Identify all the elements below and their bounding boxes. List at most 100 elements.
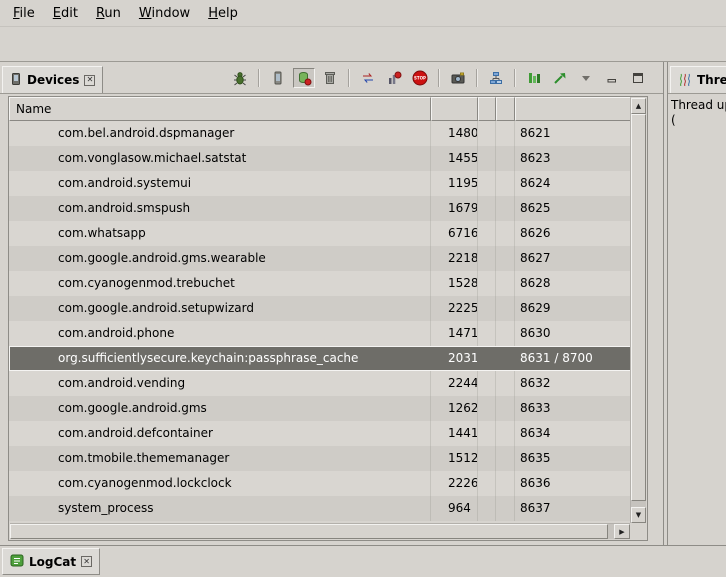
- cell-port: 8625: [515, 196, 631, 221]
- table-row[interactable]: system_process 964 8637: [9, 496, 631, 521]
- cell-pid: 14553: [431, 146, 478, 171]
- menu-window[interactable]: Window: [130, 3, 199, 24]
- devices-toolbar: STOP: [229, 62, 649, 94]
- table-row[interactable]: com.whatsapp 6716 8626: [9, 221, 631, 246]
- toolbar-separator: [348, 69, 350, 87]
- update-heap-device-icon[interactable]: [267, 68, 289, 88]
- cell-blank-1: [478, 146, 496, 171]
- cell-port: 8624: [515, 171, 631, 196]
- cell-pid: 20311: [431, 346, 478, 371]
- horizontal-scrollbar-thumb[interactable]: [10, 524, 608, 539]
- table-row[interactable]: com.android.smspush 1679 8625: [9, 196, 631, 221]
- cell-blank-2: [496, 396, 515, 421]
- table-row[interactable]: org.sufficientlysecure.keychain:passphra…: [9, 346, 631, 371]
- method-profiling-icon[interactable]: [383, 68, 405, 88]
- systrace-icon[interactable]: [523, 68, 545, 88]
- cell-name: com.android.phone: [9, 321, 431, 346]
- table-row[interactable]: com.android.phone 1471 8630: [9, 321, 631, 346]
- stop-process-icon[interactable]: STOP: [409, 68, 431, 88]
- table-row[interactable]: com.google.android.gms 12623 8633: [9, 396, 631, 421]
- cell-name: com.google.android.gms.wearable: [9, 246, 431, 271]
- cell-blank-2: [496, 196, 515, 221]
- update-heap-toggled-icon[interactable]: [293, 68, 315, 88]
- scroll-up-icon[interactable]: [631, 98, 646, 114]
- threads-message: Thread up (: [668, 94, 726, 128]
- threads-tab-icon: [678, 72, 692, 89]
- vertical-scrollbar-thumb[interactable]: [631, 114, 646, 501]
- cell-name: org.sufficientlysecure.keychain:passphra…: [9, 346, 431, 371]
- cell-blank-1: [478, 471, 496, 496]
- table-row[interactable]: com.android.defcontainer 14411 8634: [9, 421, 631, 446]
- toolbar-separator: [514, 69, 516, 87]
- threads-message-line2: (: [671, 113, 726, 128]
- cell-name: com.android.smspush: [9, 196, 431, 221]
- table-row[interactable]: com.android.systemui 1195 8624: [9, 171, 631, 196]
- cell-pid: 1512: [431, 446, 478, 471]
- vertical-scrollbar[interactable]: [630, 98, 646, 523]
- threads-panel: Threads Thread up (: [667, 62, 726, 545]
- close-icon[interactable]: [81, 556, 92, 567]
- cell-blank-1: [478, 496, 496, 521]
- cell-blank-2: [496, 371, 515, 396]
- table-row[interactable]: com.google.android.gms.wearable 22185 86…: [9, 246, 631, 271]
- scroll-right-icon[interactable]: [614, 524, 630, 539]
- cell-blank-1: [478, 246, 496, 271]
- scrollbar-corner: [630, 523, 646, 539]
- table-row[interactable]: com.android.vending 22440 8632: [9, 371, 631, 396]
- view-menu-icon[interactable]: [575, 68, 597, 88]
- column-header-blank-1[interactable]: [478, 97, 496, 121]
- cell-pid: 22250: [431, 296, 478, 321]
- table-row[interactable]: com.bel.android.dspmanager 1480 8621: [9, 121, 631, 146]
- scroll-down-icon[interactable]: [631, 507, 646, 523]
- cell-pid: 1528: [431, 271, 478, 296]
- cell-blank-1: [478, 271, 496, 296]
- cell-port: 8631 / 8700: [515, 346, 631, 371]
- minimize-view-icon[interactable]: [601, 68, 623, 88]
- garbage-collect-icon[interactable]: [319, 68, 341, 88]
- menu-bar: File Edit Run Window Help: [0, 0, 726, 27]
- update-threads-icon[interactable]: [357, 68, 379, 88]
- menu-run[interactable]: Run: [87, 3, 130, 24]
- tab-logcat[interactable]: LogCat: [2, 548, 100, 575]
- menu-edit[interactable]: Edit: [44, 3, 87, 24]
- screen-capture-icon[interactable]: [447, 68, 469, 88]
- cell-port: 8628: [515, 271, 631, 296]
- table-row[interactable]: com.cyanogenmod.lockclock 22265 8636: [9, 471, 631, 496]
- cell-blank-2: [496, 421, 515, 446]
- table-row[interactable]: com.vonglasow.michael.satstat 14553 8623: [9, 146, 631, 171]
- cell-pid: 1679: [431, 196, 478, 221]
- horizontal-scrollbar[interactable]: [10, 523, 630, 539]
- column-header-name[interactable]: Name: [9, 97, 431, 121]
- table-row[interactable]: com.cyanogenmod.trebuchet 1528 8628: [9, 271, 631, 296]
- column-header-port[interactable]: [515, 97, 631, 121]
- debug-attach-icon[interactable]: [229, 68, 251, 88]
- table-row[interactable]: com.tmobile.thememanager 1512 8635: [9, 446, 631, 471]
- cell-pid: 12623: [431, 396, 478, 421]
- cell-blank-2: [496, 296, 515, 321]
- column-header-blank-2[interactable]: [496, 97, 515, 121]
- cell-blank-1: [478, 371, 496, 396]
- maximize-view-icon[interactable]: [627, 68, 649, 88]
- cell-pid: 22265: [431, 471, 478, 496]
- cell-port: 8633: [515, 396, 631, 421]
- table-row[interactable]: com.google.android.setupwizard 22250 862…: [9, 296, 631, 321]
- tab-threads[interactable]: Threads: [670, 66, 726, 93]
- cell-blank-2: [496, 471, 515, 496]
- opengl-trace-icon[interactable]: [549, 68, 571, 88]
- device-table: Name com.bel.android.dspmanager 1480 862…: [8, 96, 648, 541]
- cell-blank-1: [478, 221, 496, 246]
- cell-pid: 6716: [431, 221, 478, 246]
- tab-devices[interactable]: Devices: [2, 66, 103, 93]
- menu-file[interactable]: File: [4, 3, 44, 24]
- cell-blank-2: [496, 246, 515, 271]
- cell-blank-1: [478, 396, 496, 421]
- cell-pid: 22440: [431, 371, 478, 396]
- cell-name: com.android.vending: [9, 371, 431, 396]
- hierarchy-view-icon[interactable]: [485, 68, 507, 88]
- device-table-header: Name: [9, 97, 631, 121]
- column-header-pid[interactable]: [431, 97, 478, 121]
- close-icon[interactable]: [84, 75, 95, 86]
- cell-port: 8634: [515, 421, 631, 446]
- cell-port: 8637: [515, 496, 631, 521]
- menu-help[interactable]: Help: [199, 3, 247, 24]
